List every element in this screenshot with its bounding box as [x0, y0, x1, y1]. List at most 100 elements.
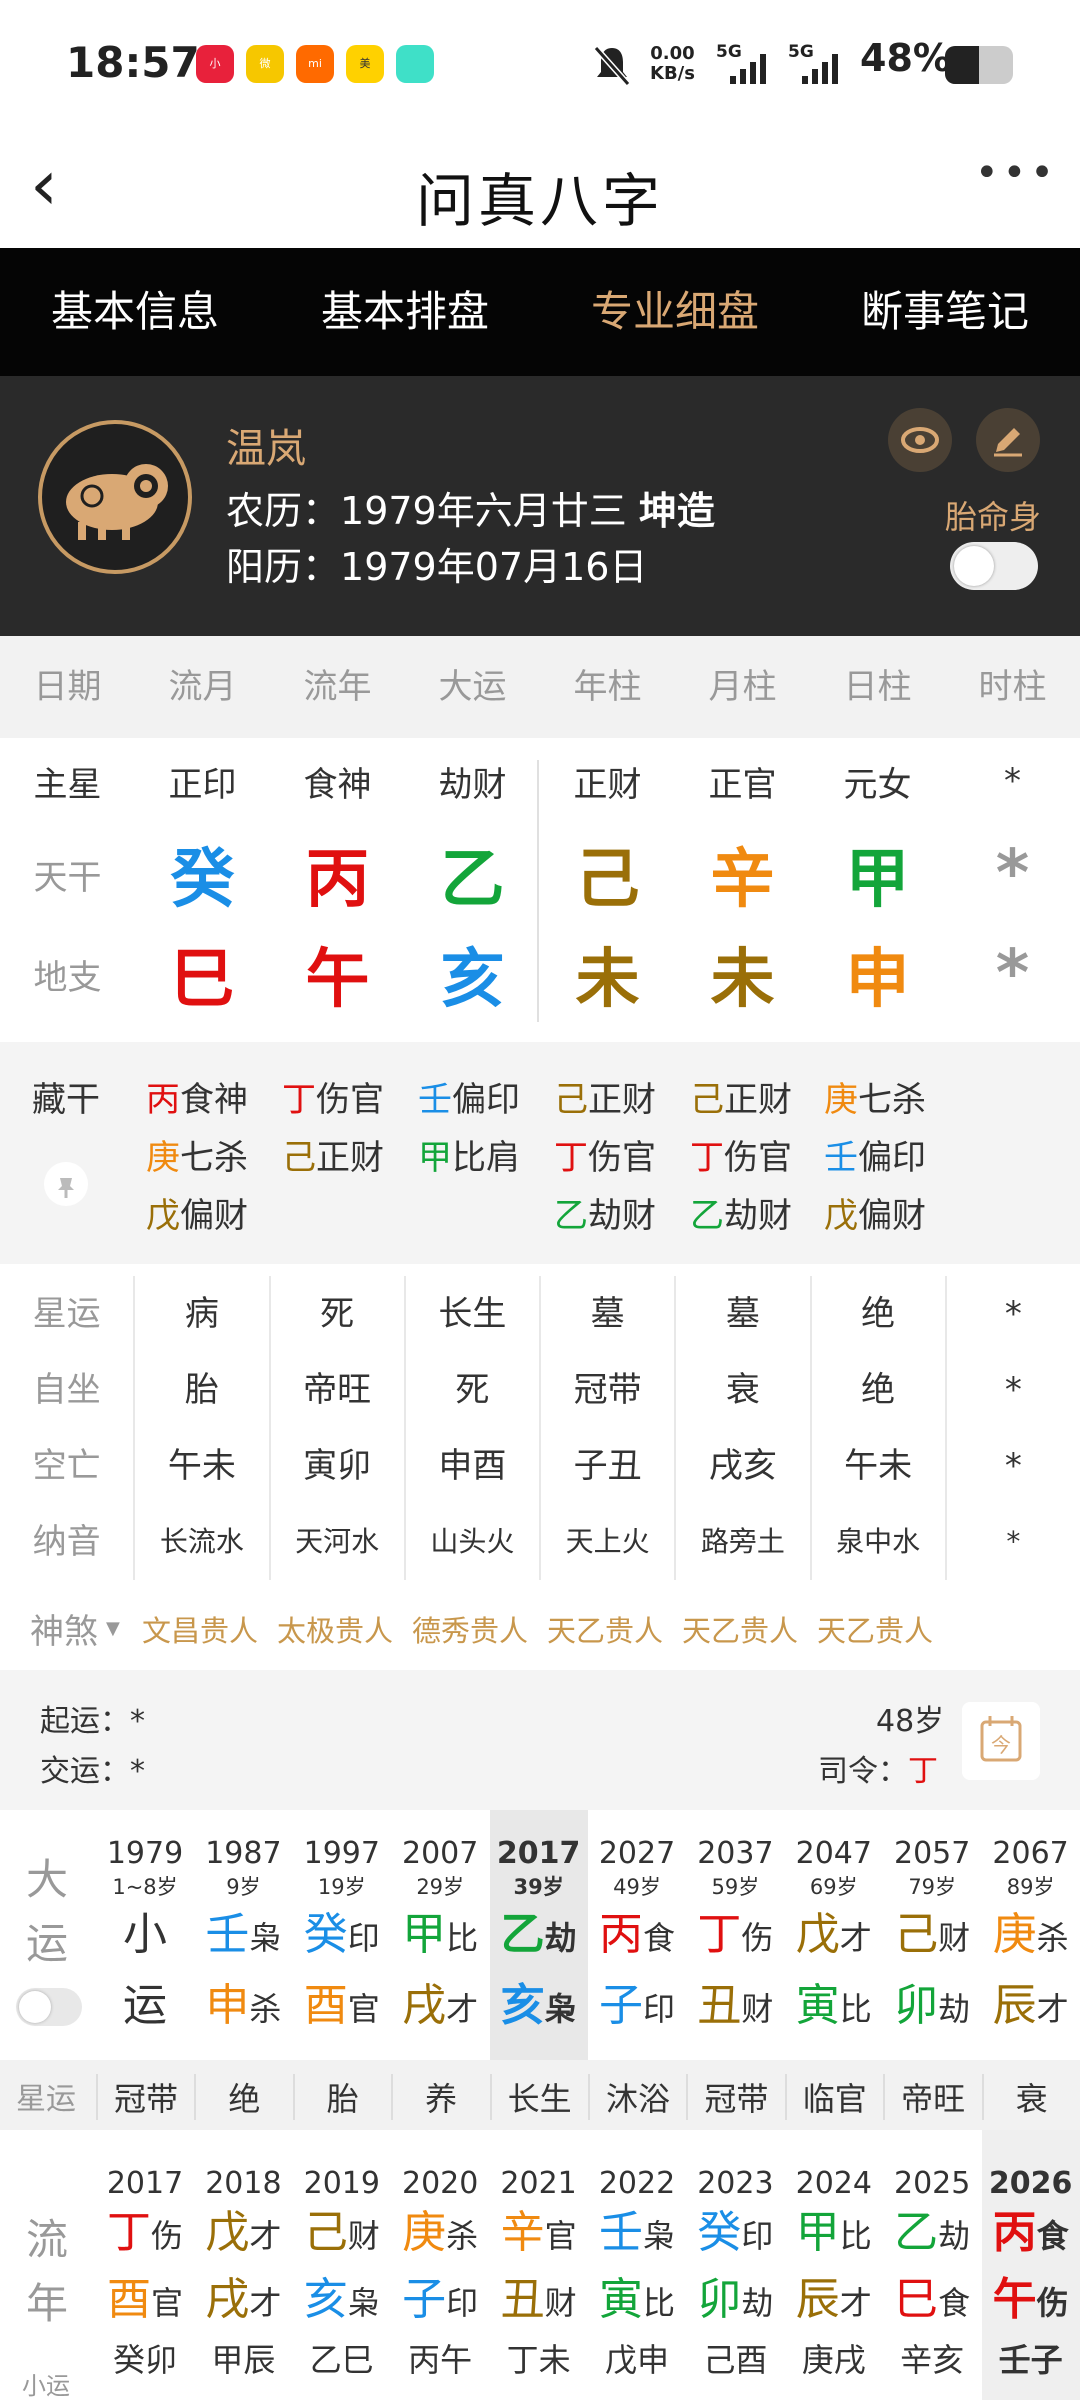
solar-date: 阳历：1979年07月16日 [226, 545, 648, 589]
dayun-col-2007[interactable]: 2007 29岁 甲比 戌才 [391, 1810, 489, 2060]
liunian-gan: 己财 [303, 2207, 380, 2258]
dayun-zhi: 亥枭 [500, 1980, 577, 2031]
dayun-toggle[interactable] [16, 1988, 82, 2026]
liunian-year: 2023 [697, 2166, 774, 2201]
shensha-6[interactable]: 天乙贵人 [817, 1608, 933, 1650]
xiaoyun-value: 庚戌 [801, 2341, 866, 2379]
canggan-5-1: 己正财 [690, 1080, 792, 1120]
col-liuyue: 流月 [168, 667, 237, 707]
tab-basic-chart[interactable]: 基本排盘 [270, 248, 540, 376]
more-menu-button[interactable]: ••• [975, 150, 1058, 196]
liunian-col-2021[interactable]: 2021 辛官 丑财 丁未 [490, 2166, 588, 2381]
dayun-age: 39岁 [513, 1875, 564, 1899]
liunian-col-2017[interactable]: 2017 丁伤 酉官 癸卯 [96, 2166, 194, 2381]
liunian-zhi: 丑财 [500, 2274, 577, 2325]
eye-button[interactable] [888, 408, 952, 472]
liunian-gan: 乙劫 [894, 2207, 971, 2258]
canggan-1-2: 庚七杀 [146, 1138, 248, 1178]
liunian-col-2022[interactable]: 2022 壬枭 寅比 戊申 [588, 2166, 686, 2381]
liunian-year: 2017 [106, 2166, 184, 2201]
dayun-xingyun-cell: 冠带 [96, 2074, 194, 2120]
shensha-4[interactable]: 天乙贵人 [547, 1608, 663, 1650]
dayun-xingyun-cell: 胎 [292, 2074, 391, 2120]
signal-bars-icon-2 [802, 54, 838, 84]
liunian-gan: 戊才 [205, 2207, 282, 2258]
liunian-gan: 甲比 [795, 2207, 872, 2258]
dayun-year: 2017 [496, 1836, 581, 1871]
canggan-2-2: 己正财 [282, 1138, 384, 1178]
edit-button[interactable] [976, 408, 1040, 472]
canggan-3-2: 甲比肩 [418, 1138, 520, 1178]
weibo-icon: 微 [246, 45, 284, 83]
dayun-xingyun-row: 星运 冠带绝胎养长生 沐浴 冠带 临官 帝旺衰 [0, 2060, 1080, 2130]
liunian-gan: 庚杀 [402, 2207, 479, 2258]
liunian-col-2018[interactable]: 2018 戊才 戌才 甲辰 [194, 2166, 292, 2381]
qiyun-section: 起运：* 交运：* 48岁 司令：丁 今 [0, 1670, 1080, 1810]
liunian-col-2020[interactable]: 2020 庚杀 子印 丙午 [391, 2166, 489, 2381]
calendar-today-button[interactable]: 今 [962, 1702, 1040, 1780]
battery-percent: 48% [860, 36, 951, 80]
liunian-col-2023[interactable]: 2023 癸印 卯劫 己酉 [686, 2166, 784, 2381]
dayun-xingyun-label: 星运 [16, 2082, 76, 2117]
dayun-xingyun-cell: 衰 [981, 2074, 1080, 2120]
liunian-col-2025[interactable]: 2025 乙劫 巳食 辛亥 [883, 2166, 981, 2381]
profile-name: 温岚 [226, 426, 306, 472]
dayun-label-1: 大 [26, 1855, 69, 1904]
dayun-gan: 庚杀 [992, 1909, 1069, 1960]
canggan-4-3: 乙劫财 [554, 1196, 656, 1236]
canggan-4-2: 丁伤官 [554, 1138, 656, 1178]
xiaoyun-value: 戊申 [604, 2341, 669, 2379]
title-bar: ‹ 问真八字 ••• [0, 130, 1080, 248]
tiangan-row: 天干 癸 丙 乙 己 辛 甲 * [33, 837, 1030, 917]
profile-card: 温岚 农历：1979年六月廿三 坤造 阳历：1979年07月16日 胎命身 [0, 376, 1080, 636]
xiaoyun-value: 己酉 [703, 2341, 768, 2379]
zodiac-goat-avatar [38, 420, 192, 574]
mute-bell-icon [593, 46, 631, 86]
shensha-3[interactable]: 德秀贵人 [412, 1608, 528, 1650]
dayun-gan: 癸印 [303, 1909, 380, 1960]
liunian-zhi: 戌才 [205, 2274, 282, 2325]
net-speed: 0.00 KB/s [650, 43, 695, 84]
pin-icon[interactable] [42, 1160, 90, 1208]
dayun-col-2067[interactable]: 2067 89岁 庚杀 辰才 [982, 1810, 1080, 2060]
liunian-year: 2026 [988, 2166, 1073, 2201]
xingyun-row: 星运 病 死 长生 墓 墓 绝 * [0, 1276, 1080, 1352]
taimingshen-toggle[interactable] [950, 542, 1038, 590]
dayun-col-1987[interactable]: 1987 9岁 壬枭 申杀 [194, 1810, 292, 2060]
dayun-col-2047[interactable]: 2047 69岁 戊才 寅比 [785, 1810, 883, 2060]
shensha-5[interactable]: 天乙贵人 [682, 1608, 798, 1650]
dayun-gan: 丁伤 [697, 1909, 774, 1960]
tab-basic-info[interactable]: 基本信息 [0, 248, 270, 376]
dayun-age: 19岁 [317, 1875, 366, 1899]
dayun-age: 59岁 [711, 1875, 760, 1899]
liunian-zhi: 酉官 [106, 2274, 183, 2325]
shensha-1[interactable]: 文昌贵人 [142, 1608, 258, 1650]
dayun-col-1979[interactable]: 1979 1~8岁小运 [96, 1810, 194, 2060]
liunian-col-2019[interactable]: 2019 己财 亥枭 乙巳 [293, 2166, 391, 2381]
tab-professional-chart[interactable]: 专业细盘 [540, 248, 810, 376]
liunian-gan: 丁伤 [106, 2207, 183, 2258]
shensha-label: 神煞 [30, 1612, 98, 1652]
dayun-col-2037[interactable]: 2037 59岁 丁伤 丑财 [686, 1810, 784, 2060]
dayun-col-2057[interactable]: 2057 79岁 己财 卯劫 [883, 1810, 981, 2060]
dayun-col-1997[interactable]: 1997 19岁 癸印 酉官 [293, 1810, 391, 2060]
tab-bar: 基本信息 基本排盘 专业细盘 断事笔记 [0, 248, 1080, 376]
dayun-gan: 甲比 [402, 1909, 479, 1960]
dayun-zhi: 酉官 [303, 1980, 380, 2031]
calendar-today-icon: 今 [980, 1716, 1022, 1762]
dayun-zhi: 子印 [598, 1980, 675, 2031]
dayun-col-2017[interactable]: 2017 39岁 乙劫 亥枭 [489, 1810, 588, 2060]
kongwang-row: 空亡 午未 寅卯 申酉 子丑 戌亥 午未 * [0, 1428, 1080, 1504]
liunian-year: 2022 [598, 2166, 676, 2201]
liunian-col-2024[interactable]: 2024 甲比 辰才 庚戌 [785, 2166, 883, 2381]
shensha-2[interactable]: 太极贵人 [277, 1608, 393, 1650]
col-liunian: 流年 [303, 667, 372, 707]
dayun-col-2027[interactable]: 2027 49岁 丙食 子印 [588, 1810, 686, 2060]
dayun-xingyun-cell: 养 [391, 2074, 489, 2120]
tab-notes[interactable]: 断事笔记 [810, 248, 1080, 376]
dayun-year: 2057 [894, 1836, 971, 1871]
dayun-age: 79岁 [908, 1875, 957, 1899]
dayun-zhi: 卯劫 [894, 1980, 971, 2031]
liunian-col-2026[interactable]: 2026 丙食 午伤 壬子 [981, 2130, 1080, 2400]
caret-down-icon[interactable]: ▼ [106, 1618, 120, 1639]
